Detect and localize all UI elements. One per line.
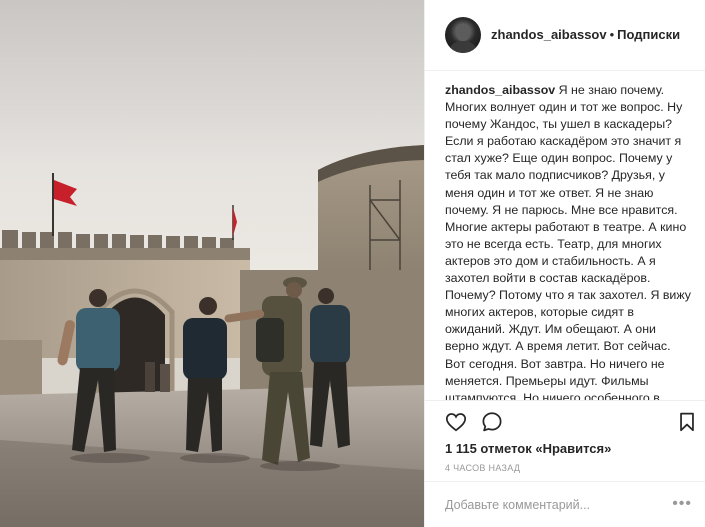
avatar-face [456,25,470,41]
following-button[interactable]: Подписки [617,27,680,42]
likes-count[interactable]: 1 115 отметок «Нравится» [445,441,611,456]
post-side-panel: zhandos_aibassov • Подписки zhandos_aibass… [424,0,705,527]
fort-photo-image [0,0,424,527]
avatar-shoulders [450,41,476,53]
post-caption: zhandos_aibassov Я не знаю почему. Многи… [445,82,691,400]
save-button[interactable] [676,411,698,433]
post-actions [425,400,705,438]
header-username-link[interactable]: zhandos_aibassov [491,27,607,42]
comment-icon [482,412,502,432]
more-options-button[interactable]: ••• [672,495,692,513]
post-header: zhandos_aibassov • Подписки [425,0,705,71]
post-photo[interactable] [0,0,424,527]
header-separator: • [609,27,615,42]
like-button[interactable] [445,411,467,433]
instagram-post: zhandos_aibassov • Подписки zhandos_aibass… [0,0,705,527]
caption-text: Я не знаю почему. Многих волнует один и … [445,83,691,400]
heart-icon [445,413,467,432]
post-timestamp[interactable]: 4 часов назад [445,463,520,473]
comment-button[interactable] [481,411,503,433]
comment-input[interactable] [445,496,665,514]
caption-username-link[interactable]: zhandos_aibassov [445,83,555,97]
header-text: zhandos_aibassov • Подписки [491,27,680,42]
avatar[interactable] [445,17,481,53]
comment-bar: ••• [425,481,705,527]
bookmark-icon [680,412,694,432]
